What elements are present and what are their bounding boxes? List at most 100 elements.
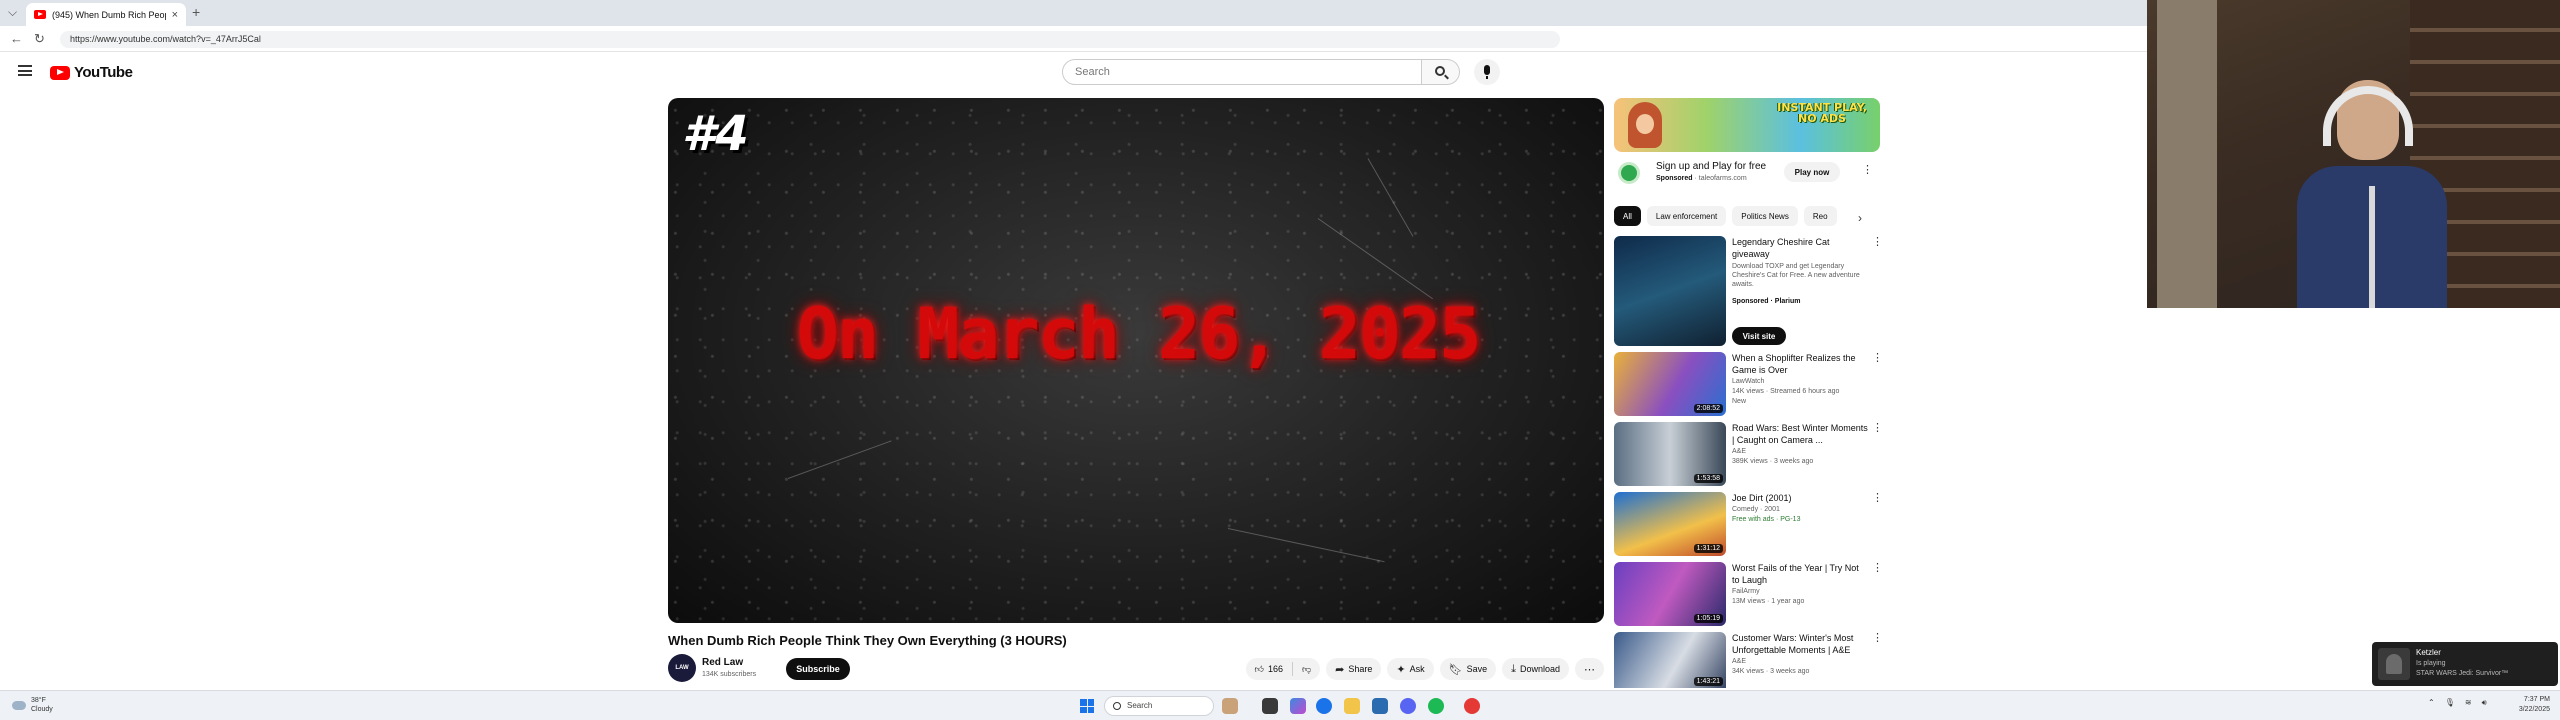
windows-start-icon[interactable] <box>1080 699 1094 713</box>
like-button[interactable]: 👍︎ 166 <box>1246 658 1292 680</box>
hamburger-menu-icon[interactable] <box>18 65 32 76</box>
close-tab-icon[interactable]: × <box>172 9 178 21</box>
youtube-favicon-icon <box>34 10 46 19</box>
video-thumbnail[interactable] <box>1614 236 1726 346</box>
taskbar-app-explorer-icon[interactable] <box>1344 698 1360 714</box>
rec-more-icon[interactable]: ⋮ <box>1872 633 1880 644</box>
rec-title[interactable]: Customer Wars: Winter's Most Unforgettab… <box>1732 632 1868 656</box>
channel-name[interactable]: Red Law <box>702 657 743 668</box>
taskbar-app-copilot-icon[interactable] <box>1290 698 1306 714</box>
weather-temperature: 38°F <box>31 697 46 704</box>
ad-title[interactable]: Sign up and Play for free <box>1656 161 1766 172</box>
rec-title[interactable]: Legendary Cheshire Cat giveaway <box>1732 236 1868 260</box>
chip-reo[interactable]: Reo <box>1803 206 1837 226</box>
like-count: 166 <box>1267 664 1283 674</box>
volume-icon[interactable]: 🔊︎ <box>2482 698 2487 708</box>
taskbar-search[interactable]: Search <box>1104 696 1214 716</box>
chip-all[interactable]: All <box>1614 206 1641 226</box>
ad-more-icon[interactable]: ⋮ <box>1862 165 1873 176</box>
tab-list-icon[interactable]: ⌵ <box>8 5 17 20</box>
video-thumbnail[interactable]: 1:53:58 <box>1614 422 1726 486</box>
rec-more-icon[interactable]: ⋮ <box>1872 493 1883 504</box>
video-thumbnail[interactable]: 1:43:21 <box>1614 632 1726 688</box>
save-label: Save <box>1466 664 1488 674</box>
wifi-icon[interactable]: ≋ <box>2465 698 2472 708</box>
new-tab-button[interactable]: + <box>192 4 200 20</box>
weather-widget[interactable]: 38°F Cloudy <box>12 696 53 714</box>
ask-button[interactable]: ✦ Ask <box>1387 658 1434 680</box>
advertiser-logo-icon <box>1618 162 1640 184</box>
video-player[interactable]: #4 On March 26, 2025 <box>668 98 1604 623</box>
browser-tab-youtube[interactable]: (945) When Dumb Rich People × <box>26 3 186 26</box>
video-actions: 👍︎ 166 👎︎ ➦ Share ✦ Ask 🔖︎ Save ⤓ Downlo… <box>1245 658 1604 680</box>
filter-chips: All Law enforcement Politics News Reo <box>1614 206 1880 228</box>
back-icon[interactable]: ← <box>10 31 23 46</box>
rec-channel[interactable]: A&E <box>1732 658 1746 665</box>
download-button[interactable]: ⤓ Download <box>1502 658 1569 680</box>
channel-avatar[interactable]: LAW <box>668 654 696 682</box>
chevron-right-icon[interactable]: › <box>1858 211 1862 225</box>
notification-app-name: Ketzler <box>2416 648 2441 657</box>
video-thumbnail[interactable]: 1:31:12 <box>1614 492 1726 556</box>
subscribe-button[interactable]: Subscribe <box>786 658 850 680</box>
subscriber-count: 134K subscribers <box>702 671 757 678</box>
share-button[interactable]: ➦ Share <box>1326 658 1382 680</box>
taskbar-app-chrome-icon[interactable] <box>1316 698 1332 714</box>
webcam-overlay <box>2147 0 2560 308</box>
taskbar-app-spotify-icon[interactable] <box>1428 698 1444 714</box>
rec-genre-year: Comedy · 2001 <box>1732 506 1780 513</box>
thumbs-down-icon: 👎︎ <box>1301 663 1312 674</box>
video-duration: 1:53:58 <box>1693 474 1723 483</box>
search-input[interactable]: Search <box>1062 59 1422 85</box>
rec-more-icon[interactable]: ⋮ <box>1872 423 1883 434</box>
video-thumbnail[interactable]: 2:08:52 <box>1614 352 1726 416</box>
rec-availability: Free with ads · PG-13 <box>1732 516 1801 523</box>
ad-character-illustration <box>1628 102 1662 148</box>
microphone-tray-icon[interactable]: 🎙︎ <box>2445 698 2455 708</box>
video-thumbnail[interactable]: 1:05:19 <box>1614 562 1726 626</box>
now-playing-notification[interactable]: Ketzler Is playing STAR WARS Jedi: Survi… <box>2372 642 2558 686</box>
ad-banner-image[interactable]: INSTANT PLAY, NO ADS <box>1614 98 1880 152</box>
save-button[interactable]: 🔖︎ Save <box>1439 658 1497 680</box>
rec-channel[interactable]: FailArmy <box>1732 588 1760 595</box>
rec-title[interactable]: When a Shoplifter Realizes the Game is O… <box>1732 352 1868 376</box>
chip-politics-news[interactable]: Politics News <box>1732 206 1798 226</box>
rec-title[interactable]: Joe Dirt (2001) <box>1732 492 1868 504</box>
rec-channel[interactable]: A&E <box>1732 448 1746 455</box>
more-horizontal-icon: ⋯ <box>1584 663 1595 676</box>
recommendation-item[interactable]: 2:08:52 When a Shoplifter Realizes the G… <box>1614 352 1883 416</box>
rec-title[interactable]: Road Wars: Best Winter Moments | Caught … <box>1732 422 1868 446</box>
search-button[interactable] <box>1422 59 1460 85</box>
rec-channel[interactable]: LawWatch <box>1732 378 1764 385</box>
recommendation-item[interactable]: 1:43:21 Customer Wars: Winter's Most Unf… <box>1614 632 1880 688</box>
url-field[interactable]: https://www.youtube.com/watch?v=_47ArrJ5… <box>60 31 1560 48</box>
rec-more-icon[interactable]: ⋮ <box>1872 563 1883 574</box>
recommendation-item[interactable]: 1:05:19 Worst Fails of the Year | Try No… <box>1614 562 1883 626</box>
rec-more-icon[interactable]: ⋮ <box>1872 237 1883 248</box>
play-now-button[interactable]: Play now <box>1784 162 1840 182</box>
youtube-logo-text: YouTube <box>74 64 133 81</box>
dislike-button[interactable]: 👎︎ <box>1293 658 1320 680</box>
taskbar-app-discord-icon[interactable] <box>1400 698 1416 714</box>
chip-law-enforcement[interactable]: Law enforcement <box>1646 206 1727 226</box>
more-actions-button[interactable]: ⋯ <box>1575 658 1604 680</box>
address-bar-row: ← ↻ https://www.youtube.com/watch?v=_47A… <box>0 26 2147 52</box>
recommendation-sponsored[interactable]: Legendary Cheshire Cat giveaway Download… <box>1614 236 1883 346</box>
recommendation-item[interactable]: 1:31:12 Joe Dirt (2001) Comedy · 2001 Fr… <box>1614 492 1883 556</box>
taskbar-app-widgets-icon[interactable] <box>1222 698 1238 714</box>
chevron-up-icon[interactable]: ⌃ <box>2428 698 2435 708</box>
rec-description: Download TOXP and get Legendary Cheshire… <box>1732 263 1860 288</box>
taskbar-app-store-icon[interactable] <box>1372 698 1388 714</box>
taskbar-app-taskview-icon[interactable] <box>1262 698 1278 714</box>
taskbar-app-recorder-icon[interactable] <box>1464 698 1480 714</box>
system-clock[interactable]: 7:37 PM 3/22/2025 <box>2510 695 2550 715</box>
rec-meta: 13M views · 1 year ago <box>1732 598 1805 605</box>
rec-more-icon[interactable]: ⋮ <box>1872 353 1883 364</box>
youtube-logo[interactable]: YouTube <box>50 64 133 81</box>
recommendation-item[interactable]: 1:53:58 Road Wars: Best Winter Moments |… <box>1614 422 1883 486</box>
visit-site-button[interactable]: Visit site <box>1732 327 1786 345</box>
rec-title[interactable]: Worst Fails of the Year | Try Not to Lau… <box>1732 562 1868 586</box>
system-tray: ⌃ 🎙︎ ≋ 🔊︎ <box>2428 698 2487 708</box>
refresh-icon[interactable]: ↻ <box>34 31 45 47</box>
voice-search-button[interactable] <box>1474 59 1500 85</box>
